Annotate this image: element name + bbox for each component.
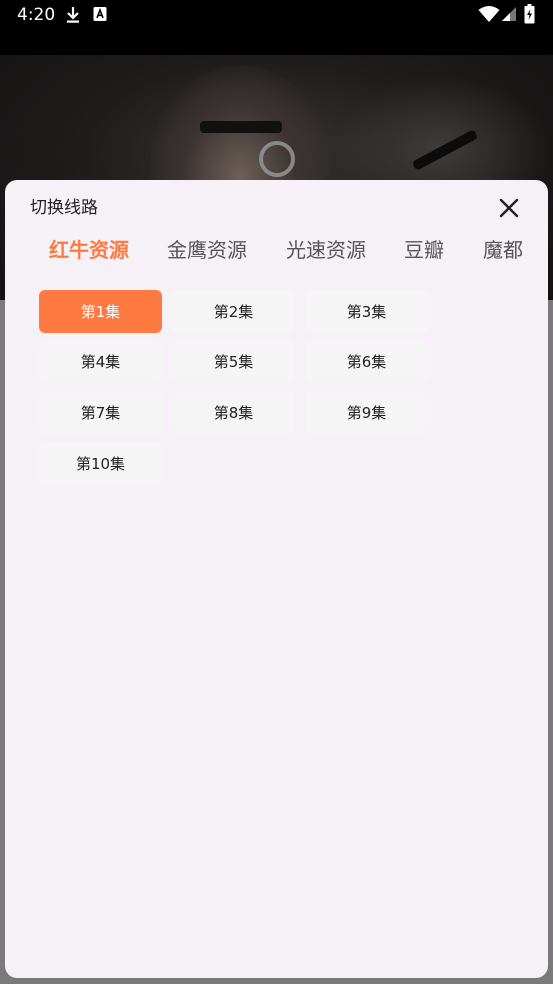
text-a-icon [93, 6, 107, 26]
status-bar: 4:20 [0, 0, 553, 55]
video-frame-headband [200, 121, 282, 133]
sheet-title: 切换线路 [30, 198, 98, 218]
close-button[interactable] [493, 192, 525, 224]
signal-icon [501, 6, 517, 26]
source-tabs: 红牛资源 金鹰资源 光速资源 豆瓣 魔都 [5, 236, 548, 266]
close-icon [499, 198, 519, 218]
episode-button-5[interactable]: 第5集 [172, 340, 295, 383]
battery-charging-icon [524, 4, 535, 28]
screen: 4:20 切换线路 红牛资源 金鹰资源 光速资源 豆瓣 魔都 第1集 第2集 第… [0, 0, 553, 984]
episode-button-3[interactable]: 第3集 [305, 290, 428, 333]
switch-line-sheet: 切换线路 红牛资源 金鹰资源 光速资源 豆瓣 魔都 第1集 第2集 第3集 第4… [5, 180, 548, 978]
tab-source-1[interactable]: 红牛资源 [49, 236, 129, 264]
episode-button-8[interactable]: 第8集 [172, 391, 295, 434]
episode-button-7[interactable]: 第7集 [39, 391, 162, 434]
episode-button-10[interactable]: 第10集 [39, 442, 162, 485]
episode-button-9[interactable]: 第9集 [305, 391, 428, 434]
download-icon [65, 6, 81, 28]
episode-button-4[interactable]: 第4集 [39, 340, 162, 383]
tab-source-5[interactable]: 魔都 [483, 236, 523, 264]
episode-button-1[interactable]: 第1集 [39, 290, 162, 333]
episode-button-2[interactable]: 第2集 [172, 290, 295, 333]
wifi-icon [478, 5, 500, 27]
status-time: 4:20 [17, 5, 56, 25]
tab-source-4[interactable]: 豆瓣 [404, 236, 444, 264]
loading-ring-icon [259, 141, 295, 177]
tab-source-2[interactable]: 金鹰资源 [167, 236, 247, 264]
tab-source-3[interactable]: 光速资源 [286, 236, 366, 264]
episode-button-6[interactable]: 第6集 [305, 340, 428, 383]
